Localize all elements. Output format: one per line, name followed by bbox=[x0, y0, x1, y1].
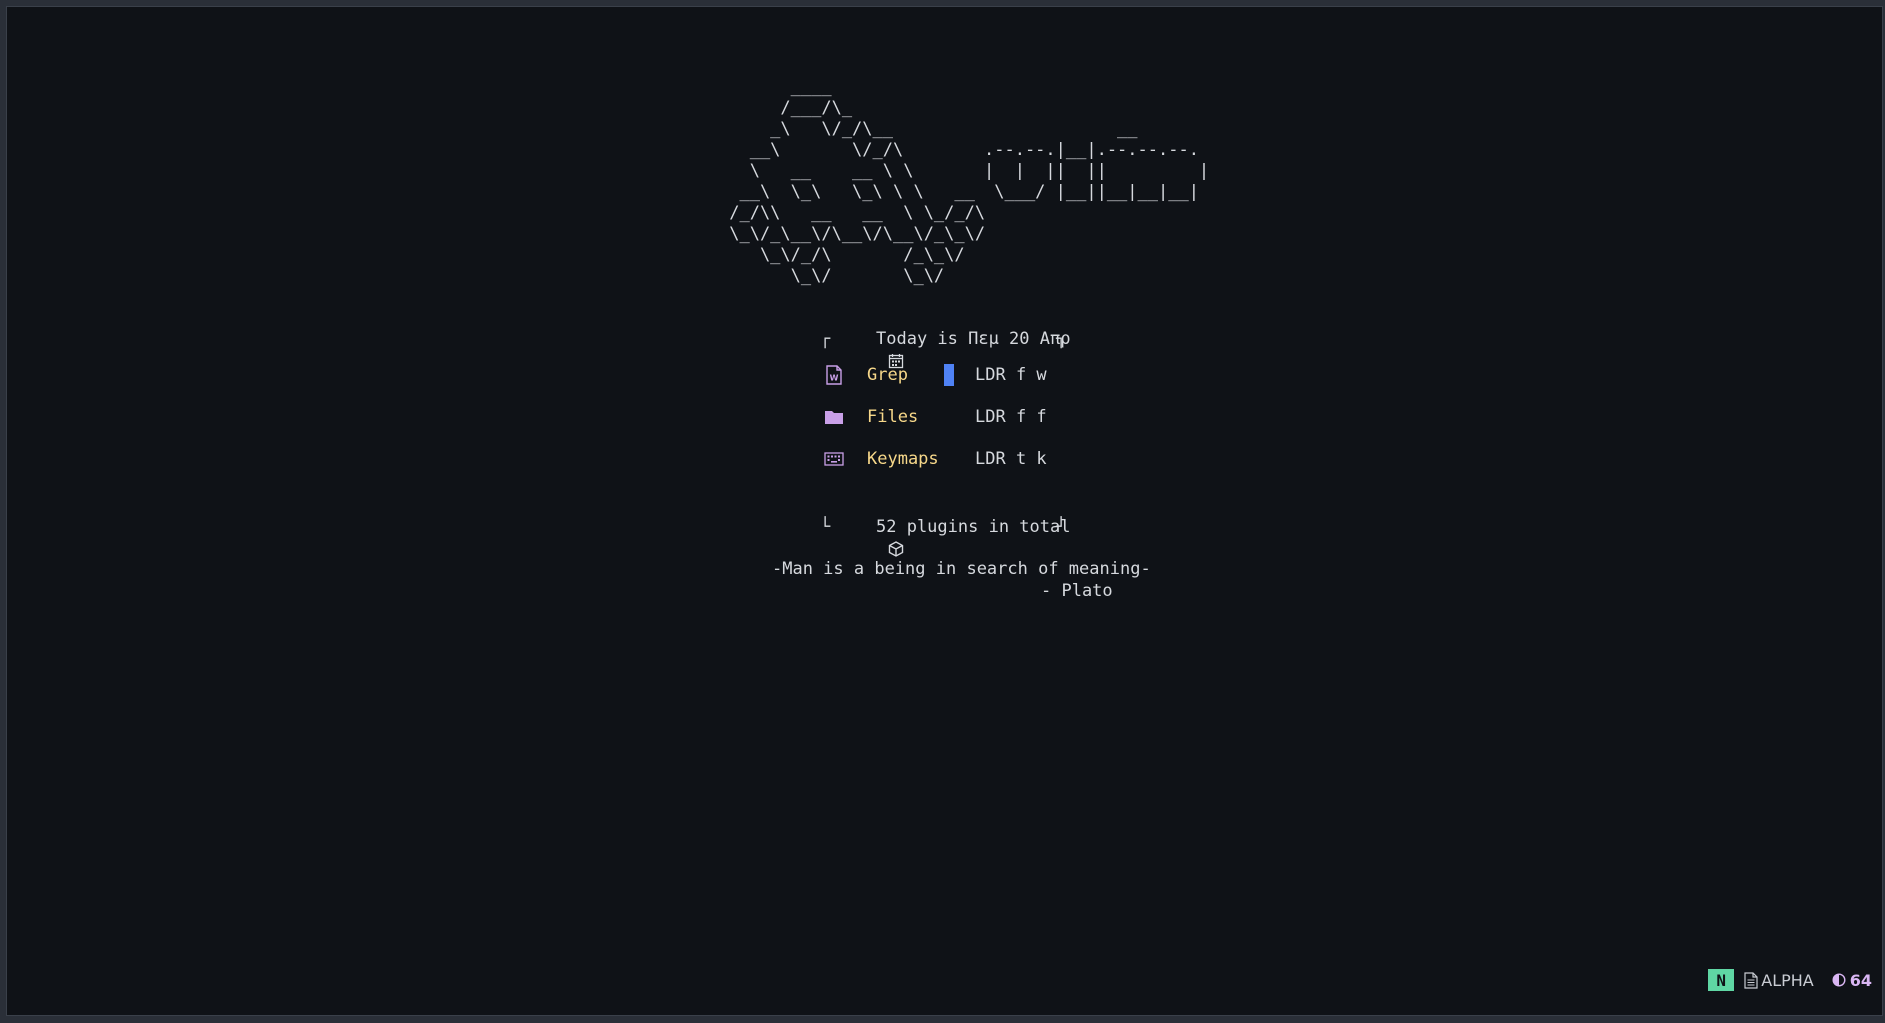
menu-keys-keymaps: LDR t k bbox=[975, 449, 1047, 469]
terminal-window: ____ /___/\_ _\ \/_/\__ __\ \/_/\ \ __ _… bbox=[6, 6, 1883, 1016]
file-icon bbox=[1744, 971, 1758, 989]
menu-label-grep: Grep bbox=[867, 365, 908, 385]
half-circle-icon bbox=[1832, 973, 1846, 987]
file-word-icon: W bbox=[824, 365, 844, 385]
footer-right-corner: ┘ bbox=[1056, 517, 1067, 537]
filetype-label: ALPHA bbox=[1761, 970, 1814, 990]
header-left-corner: ┌ bbox=[820, 329, 831, 349]
scroll-percent-section: 64 bbox=[1832, 971, 1872, 990]
footer-left-corner: └ bbox=[820, 517, 831, 537]
menu-keys-grep: LDR f w bbox=[975, 365, 1047, 385]
svg-text:W: W bbox=[830, 374, 839, 383]
logo-ascii-art: ____ /___/\_ _\ \/_/\__ __\ \/_/\ \ __ _… bbox=[729, 77, 986, 286]
filetype-section: ALPHA bbox=[1744, 970, 1814, 990]
menu-label-keymaps: Keymaps bbox=[867, 449, 939, 469]
mode-indicator: N bbox=[1708, 969, 1735, 991]
folder-icon bbox=[824, 407, 844, 427]
quote-text: -Man is a being in search of meaning- bbox=[772, 559, 1151, 579]
statusline: N ALPHA 64 bbox=[1708, 969, 1872, 991]
menu-keys-files: LDR f f bbox=[975, 407, 1047, 427]
menu-label-files: Files bbox=[867, 407, 919, 427]
plugins-count-text: 52 plugins in total bbox=[876, 517, 1071, 537]
scroll-percent: 64 bbox=[1849, 970, 1872, 990]
header-date-text: Today is Πεμ 20 Απρ bbox=[876, 329, 1071, 349]
quote-author: - Plato bbox=[1041, 581, 1113, 601]
keyboard-icon bbox=[824, 449, 844, 469]
text-cursor bbox=[944, 364, 954, 386]
header-right-corner: ┐ bbox=[1056, 329, 1067, 349]
logo-text-ascii-art: __ .--.--.|__|.--.--.--. | | || || | \__… bbox=[984, 119, 1210, 202]
